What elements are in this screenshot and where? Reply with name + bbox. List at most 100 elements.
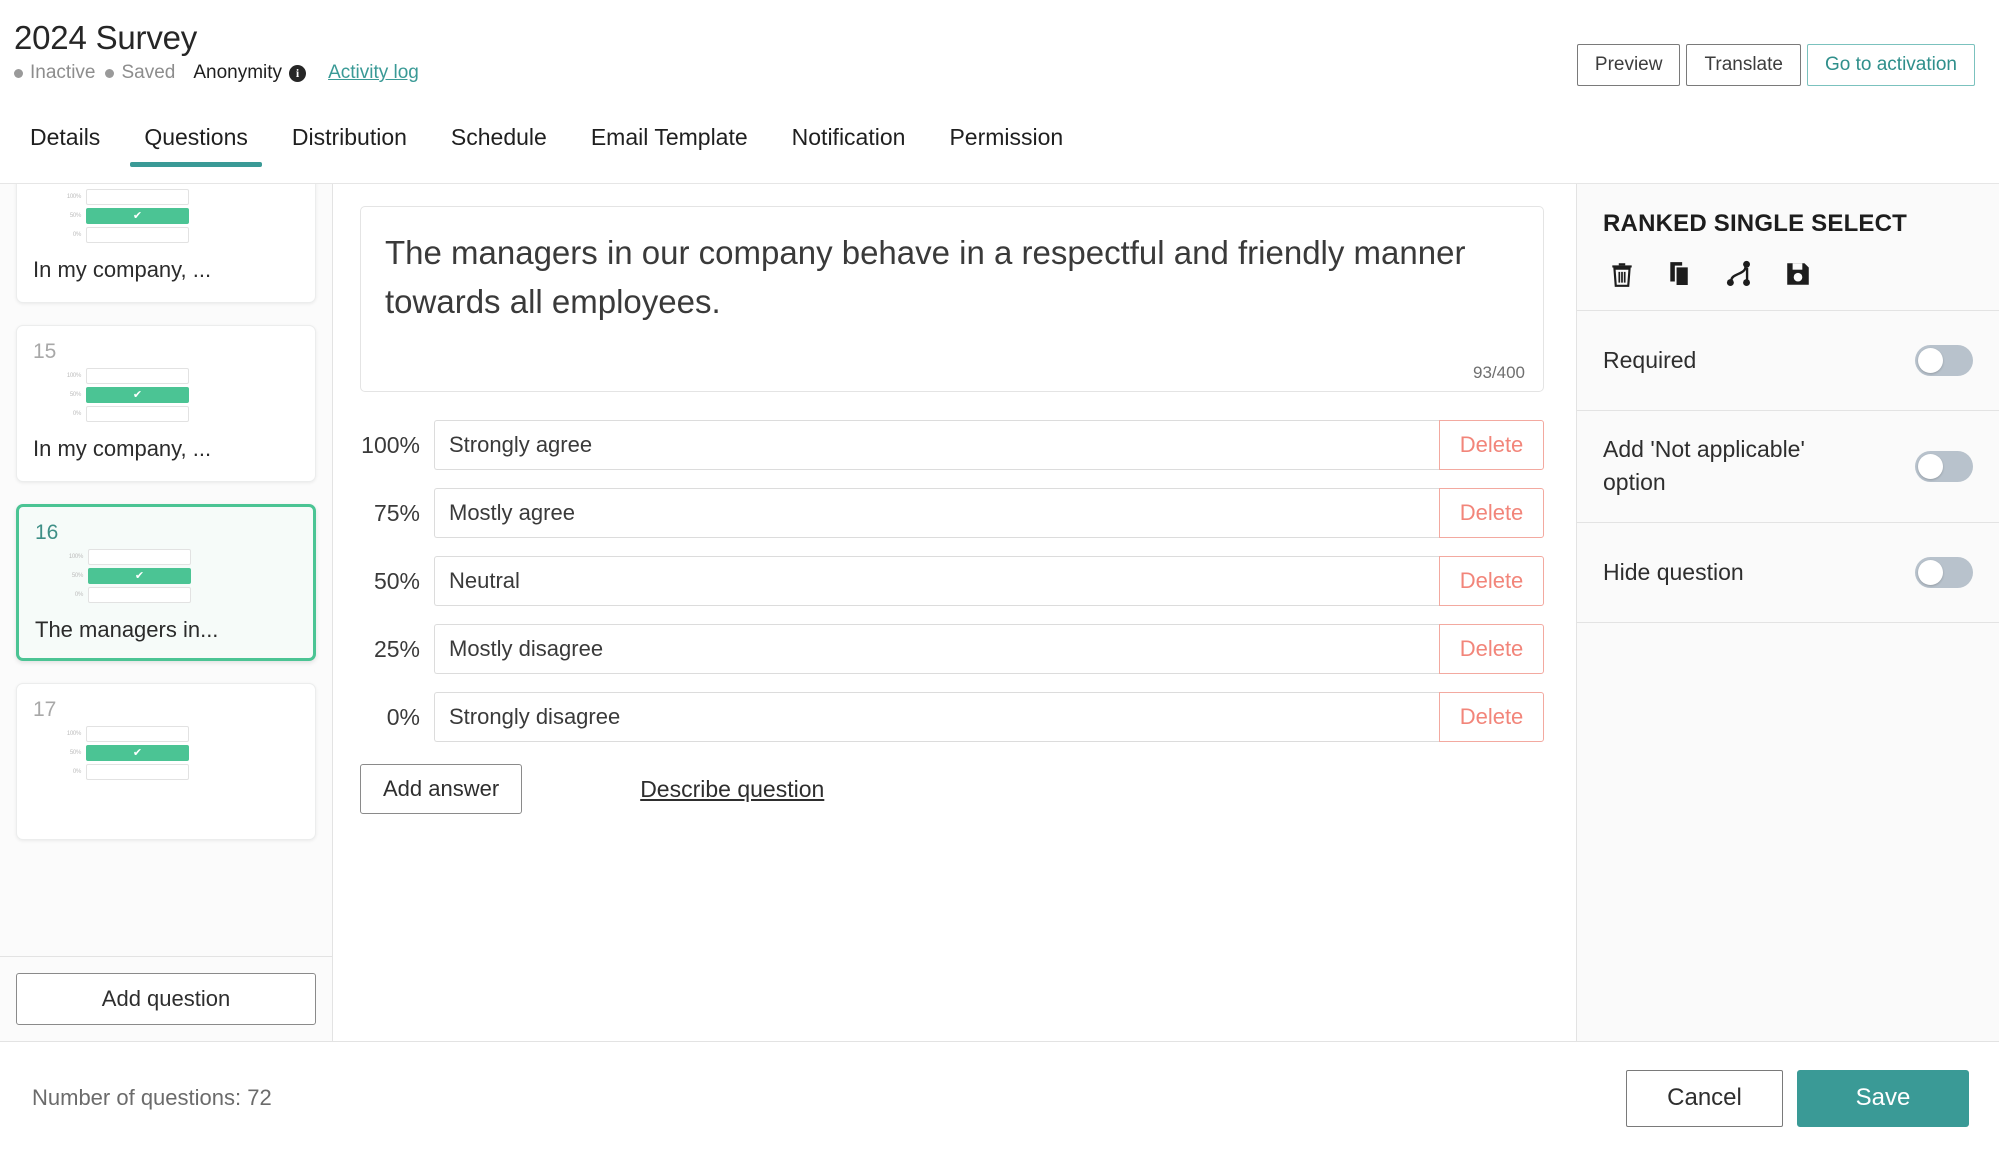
thumb-label-0: 0% bbox=[72, 410, 81, 417]
answer-input[interactable] bbox=[434, 556, 1439, 606]
question-text-field[interactable]: The managers in our company behave in a … bbox=[360, 206, 1544, 392]
tab-permission[interactable]: Permission bbox=[927, 122, 1085, 167]
thumb-label-0: 0% bbox=[72, 768, 81, 775]
page-footer: Number of questions: 72 Cancel Save bbox=[0, 1042, 1999, 1154]
answer-list: 100% Delete 75% Delete 50% Delete 25% bbox=[360, 420, 1544, 742]
translate-button[interactable]: Translate bbox=[1686, 44, 1801, 86]
question-card-text: In my company, ... bbox=[33, 257, 212, 282]
properties-icon-bar bbox=[1603, 260, 1973, 288]
thumb-bar-empty bbox=[86, 726, 189, 742]
question-thumbnail: 100% 50% ✔ 0% bbox=[59, 726, 189, 780]
tab-details[interactable]: Details bbox=[8, 122, 122, 167]
save-icon[interactable] bbox=[1785, 260, 1811, 288]
answer-row: 25% Delete bbox=[360, 624, 1544, 674]
question-card-number: 14 bbox=[33, 184, 299, 185]
thumb-label-0: 0% bbox=[74, 591, 83, 598]
question-thumbnail: 100% 50% ✔ 0% bbox=[59, 368, 189, 422]
thumb-bar-selected: ✔ bbox=[86, 745, 189, 761]
tab-email-template[interactable]: Email Template bbox=[569, 122, 770, 167]
thumb-bar-empty bbox=[88, 587, 191, 603]
delete-answer-button[interactable]: Delete bbox=[1439, 488, 1544, 538]
toggle-knob bbox=[1918, 559, 1943, 585]
add-question-button[interactable]: Add question bbox=[16, 973, 316, 1025]
question-card-14[interactable]: 14 100% 50% ✔ 0% bbox=[16, 184, 316, 303]
thumb-label-50: 50% bbox=[71, 572, 83, 579]
question-card-text: In my company, ... bbox=[33, 436, 212, 461]
editor-body: 14 100% 50% ✔ 0% bbox=[0, 184, 1999, 1042]
save-button[interactable]: Save bbox=[1797, 1069, 1969, 1127]
copy-icon[interactable] bbox=[1667, 260, 1693, 288]
properties-filler bbox=[1577, 623, 1999, 1041]
editor-actions: Add answer Describe question bbox=[360, 764, 1544, 814]
thumb-bar-empty bbox=[86, 227, 189, 243]
property-label: Add 'Not applicable' option bbox=[1603, 436, 1805, 496]
answer-percent: 75% bbox=[373, 499, 420, 526]
status-badge: Inactive bbox=[14, 62, 95, 84]
thumb-label-100: 100% bbox=[66, 193, 81, 200]
question-card-15[interactable]: 15 100% 50% ✔ 0% In my company, ... bbox=[16, 325, 316, 482]
delete-answer-button[interactable]: Delete bbox=[1439, 556, 1544, 606]
question-card-16[interactable]: 16 100% 50% ✔ 0% The managers in... bbox=[16, 504, 316, 661]
saved-label: Saved bbox=[121, 62, 176, 83]
question-list-panel: 14 100% 50% ✔ 0% bbox=[0, 184, 333, 1041]
trash-icon[interactable] bbox=[1609, 260, 1635, 288]
tab-schedule[interactable]: Schedule bbox=[429, 122, 569, 167]
thumb-bar-empty bbox=[88, 549, 191, 565]
answer-row: 100% Delete bbox=[360, 420, 1544, 470]
thumb-bar-selected: ✔ bbox=[86, 208, 189, 224]
delete-answer-button[interactable]: Delete bbox=[1439, 624, 1544, 674]
thumb-bar-empty bbox=[86, 764, 189, 780]
answer-percent: 0% bbox=[386, 703, 420, 730]
tab-notification[interactable]: Notification bbox=[770, 122, 928, 167]
preview-button[interactable]: Preview bbox=[1576, 44, 1681, 86]
thumb-bar-empty bbox=[86, 406, 189, 422]
answer-input[interactable] bbox=[434, 488, 1439, 538]
thumb-label-50: 50% bbox=[69, 212, 81, 219]
go-to-activation-button[interactable]: Go to activation bbox=[1806, 44, 1975, 86]
not-applicable-toggle[interactable] bbox=[1915, 450, 1973, 482]
question-text-value[interactable]: The managers in our company behave in a … bbox=[385, 229, 1519, 326]
page-header: 2024 Survey Inactive Saved Anonymity i A… bbox=[0, 0, 1999, 122]
saved-dot-icon bbox=[105, 68, 115, 78]
check-icon: ✔ bbox=[132, 209, 143, 222]
describe-question-link[interactable]: Describe question bbox=[640, 776, 824, 803]
question-list[interactable]: 14 100% 50% ✔ 0% bbox=[0, 184, 332, 956]
thumb-label-50: 50% bbox=[69, 391, 81, 398]
activity-log-link[interactable]: Activity log bbox=[328, 62, 419, 84]
answer-input[interactable] bbox=[434, 624, 1439, 674]
status-dot-icon bbox=[14, 68, 23, 78]
question-card-number: 16 bbox=[35, 521, 59, 544]
saved-badge: Saved bbox=[105, 62, 175, 84]
answer-input[interactable] bbox=[434, 420, 1439, 470]
answer-row: 0% Delete bbox=[360, 692, 1544, 742]
property-row-hide-question: Hide question bbox=[1577, 523, 1999, 623]
question-properties-panel: RANKED SINGLE SELECT Required Add 'Not a… bbox=[1577, 184, 1999, 1041]
add-answer-button[interactable]: Add answer bbox=[360, 764, 523, 814]
required-toggle[interactable] bbox=[1915, 345, 1973, 376]
question-editor-panel: The managers in our company behave in a … bbox=[333, 184, 1577, 1041]
info-icon[interactable]: i bbox=[289, 64, 307, 82]
delete-answer-button[interactable]: Delete bbox=[1439, 420, 1544, 470]
delete-answer-button[interactable]: Delete bbox=[1439, 692, 1544, 742]
property-label: Required bbox=[1603, 346, 1697, 373]
question-type-title: RANKED SINGLE SELECT bbox=[1603, 210, 1908, 237]
cancel-button[interactable]: Cancel bbox=[1626, 1069, 1783, 1127]
thumb-bar-empty bbox=[86, 189, 189, 205]
tab-distribution[interactable]: Distribution bbox=[270, 122, 429, 167]
hide-question-toggle[interactable] bbox=[1915, 556, 1973, 588]
anonymity-badge: Anonymity i bbox=[193, 62, 307, 84]
check-icon: ✔ bbox=[132, 388, 143, 401]
answer-percent: 25% bbox=[373, 635, 420, 662]
main-tabs: Details Questions Distribution Schedule … bbox=[0, 122, 1999, 184]
question-card-number: 17 bbox=[33, 698, 57, 721]
question-list-footer: Add question bbox=[0, 956, 332, 1041]
check-icon: ✔ bbox=[134, 569, 145, 582]
question-card-17[interactable]: 17 100% 50% ✔ 0% bbox=[16, 683, 316, 840]
tab-questions[interactable]: Questions bbox=[122, 122, 270, 167]
answer-input[interactable] bbox=[434, 692, 1439, 742]
properties-header: RANKED SINGLE SELECT bbox=[1577, 184, 1999, 311]
branch-logic-icon[interactable] bbox=[1725, 260, 1753, 288]
anonymity-label: Anonymity bbox=[193, 62, 283, 83]
question-thumbnail: 100% 50% ✔ 0% bbox=[59, 189, 189, 243]
property-label: Hide question bbox=[1603, 558, 1744, 585]
